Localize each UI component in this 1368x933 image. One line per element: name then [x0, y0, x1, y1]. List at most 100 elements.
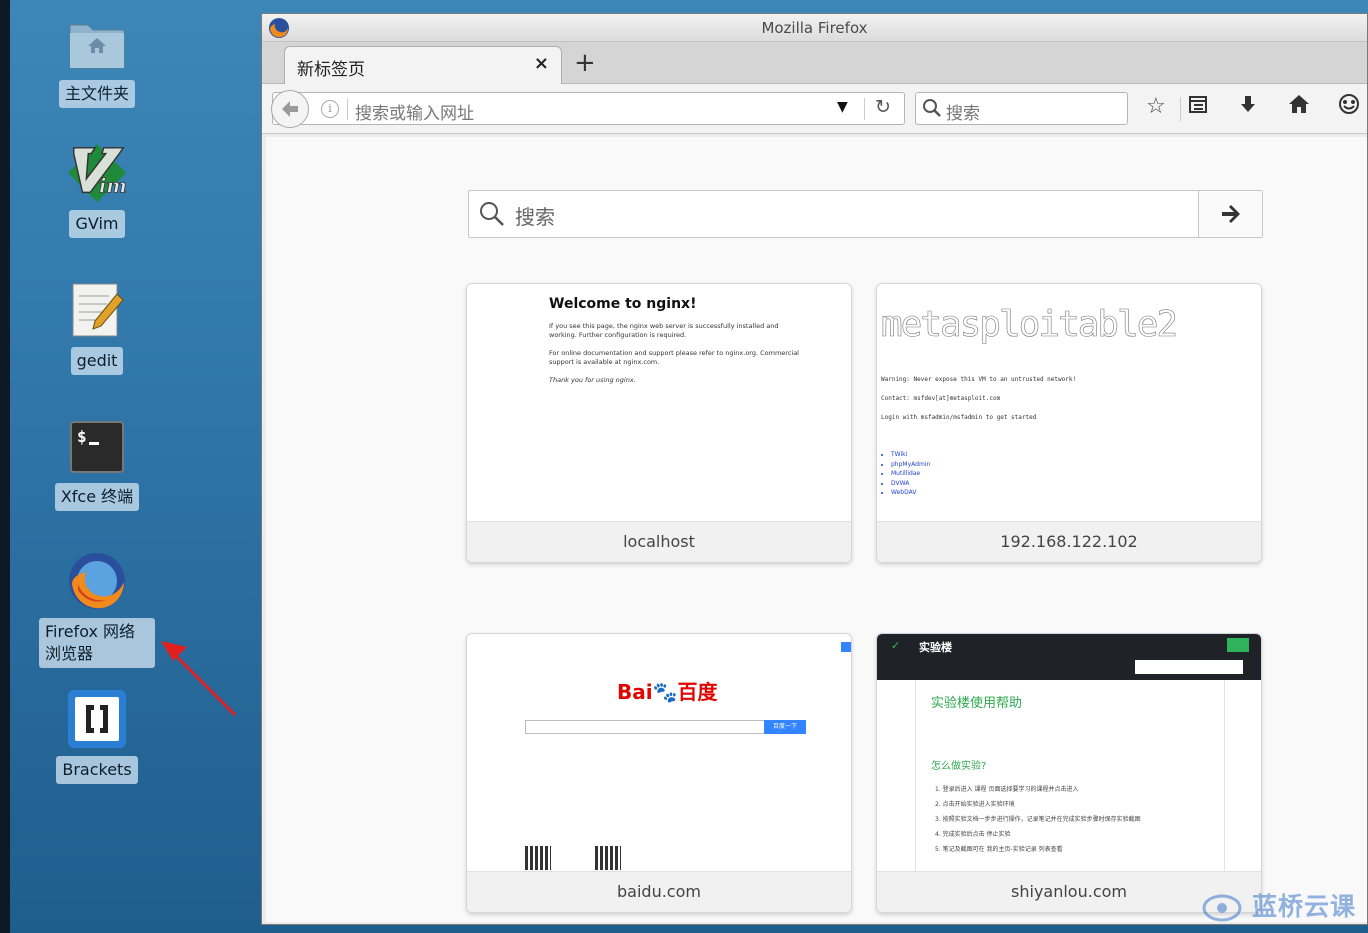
search-icon [479, 201, 505, 231]
download-icon[interactable] [1238, 94, 1258, 120]
qr-code-icon [525, 846, 551, 870]
url-separator-2 [864, 98, 865, 120]
paw-icon: 🐾 [652, 680, 678, 704]
gvim-icon: im [66, 142, 128, 204]
tile-thumbnail: Welcome to nginx! If you see this page, … [467, 284, 851, 521]
bookmark-star-icon[interactable]: ☆ [1146, 94, 1166, 119]
tile-thumbnail: metasploitable2 Warning: Never expose th… [877, 284, 1261, 521]
home-icon[interactable] [1288, 94, 1310, 120]
thumb-subheading: 怎么做实验? [931, 761, 987, 772]
desktop-icon-home-folder[interactable]: 主文件夹 [32, 12, 162, 108]
brackets-icon [66, 688, 128, 750]
thumb-step: 3. 按照实验文档一步步进行操作，记录笔记并在完成实验步骤时保存实验截图 [935, 816, 1141, 823]
thumb-logo-icon: ✓ [891, 639, 901, 652]
tab-new-tab[interactable]: 新标签页 × [284, 46, 562, 84]
thumb-text: Warning: Never expose this VM to an untr… [881, 376, 1077, 383]
gedit-icon [66, 279, 128, 341]
top-site-tile[interactable]: Bai🐾百度 百度一下 baidu.com [466, 633, 852, 913]
tile-thumbnail: ✓ 实验楼 实验楼使用帮助 怎么做实验? 1. 登录后进入 课程 页面选择要学习… [877, 634, 1261, 871]
url-dropdown-icon[interactable]: ▼ [837, 99, 848, 115]
tab-strip: 新标签页 × + [262, 42, 1367, 84]
url-input[interactable]: 搜索或输入网址 [355, 99, 474, 124]
thumb-step: 2. 点击开始实验进入实验环境 [935, 801, 1015, 808]
pocket-icon[interactable] [1338, 94, 1360, 120]
terminal-icon: $ [66, 415, 128, 477]
desktop-icon-gedit[interactable]: gedit [32, 279, 162, 375]
desktop-icon-terminal[interactable]: $ Xfce 终端 [32, 415, 162, 511]
firefox-icon [66, 550, 128, 612]
nav-toolbar: i 搜索或输入网址 ▼ ↻ 搜索 ☆ [262, 84, 1367, 134]
desktop-icon-label: Firefox 网络浏览器 [39, 618, 155, 668]
desktop-icon-label: GVim [69, 210, 125, 238]
top-site-tile[interactable]: ✓ 实验楼 实验楼使用帮助 怎么做实验? 1. 登录后进入 课程 页面选择要学习… [876, 633, 1262, 913]
window-title: Mozilla Firefox [761, 19, 868, 37]
search-go-button[interactable] [1198, 191, 1262, 237]
info-icon[interactable]: i [321, 100, 339, 118]
newtab-search[interactable]: 搜索 [468, 190, 1263, 238]
search-bar[interactable]: 搜索 [915, 92, 1128, 125]
tab-close-button[interactable]: × [534, 53, 549, 74]
logo-text: Bai [617, 680, 653, 704]
reload-icon[interactable]: ↻ [875, 96, 891, 118]
watermark-text: 蓝桥云课 [1251, 892, 1356, 921]
url-separator [347, 98, 348, 120]
watermark: 蓝桥云课 [1202, 887, 1356, 923]
logo-text: 百度 [677, 680, 718, 704]
thumb-link: DVWA [891, 479, 930, 489]
thumb-search-button: 百度一下 [764, 720, 806, 734]
thumb-link: TWiki [891, 450, 930, 460]
annotation-arrow [161, 641, 237, 717]
lanqiao-logo-icon [1202, 894, 1242, 922]
url-bar[interactable]: i 搜索或输入网址 ▼ ↻ [271, 90, 905, 128]
bookmarks-list-icon[interactable] [1188, 94, 1208, 120]
thumb-text: For online documentation and support ple… [549, 349, 799, 366]
search-icon [922, 98, 942, 122]
desktop-icon-firefox[interactable]: Firefox 网络浏览器 [32, 550, 162, 668]
search-input[interactable]: 搜索 [946, 99, 980, 124]
newtab-search-input[interactable]: 搜索 [515, 201, 555, 230]
toolbar-separator [1180, 97, 1181, 121]
thumb-text: Login with msfadmin/msfadmin to get star… [881, 414, 1037, 421]
thumb-step: 4. 完成实验后点击 停止实验 [935, 831, 1011, 838]
firefox-window: Mozilla Firefox 新标签页 × + i 搜索或输入网址 ▼ ↻ 搜… [261, 13, 1368, 925]
home-folder-icon [66, 12, 128, 74]
thumb-banner: metasploitable2 [881, 304, 1179, 346]
thumb-heading: 实验楼使用帮助 [931, 696, 1023, 711]
back-button[interactable] [271, 90, 309, 128]
desktop-icon-label: Xfce 终端 [54, 483, 140, 511]
thumb-text: If you see this page, the nginx web serv… [549, 322, 779, 339]
top-site-tile[interactable]: metasploitable2 Warning: Never expose th… [876, 283, 1262, 563]
thumb-login-button [1227, 638, 1249, 652]
arrow-right-icon [1221, 205, 1240, 223]
desktop-icon-label: gedit [70, 347, 124, 375]
thumb-link: Mutillidae [891, 469, 930, 479]
thumb-search-box [525, 720, 765, 734]
thumb-text: Thank you for using nginx. [549, 376, 636, 384]
tile-thumbnail: Bai🐾百度 百度一下 [467, 634, 851, 871]
baidu-logo: Bai🐾百度 [617, 676, 718, 705]
desktop-edge [0, 0, 10, 933]
thumb-link: phpMyAdmin [891, 460, 930, 470]
new-tab-page: 搜索 Welcome to nginx! If you see this pag… [266, 137, 1367, 922]
svg-text:$: $ [77, 427, 87, 446]
thumb-link-list: TWiki phpMyAdmin Mutillidae DVWA WebDAV [891, 450, 930, 498]
desktop-icon-label: Brackets [56, 756, 138, 784]
desktop-icon-label: 主文件夹 [58, 80, 135, 108]
thumb-step: 1. 登录后进入 课程 页面选择要学习的课程并点击进入 [935, 786, 1079, 793]
desktop-icon-brackets[interactable]: Brackets [32, 688, 162, 784]
thumb-title: Welcome to nginx! [549, 296, 697, 312]
tile-caption: localhost [467, 521, 851, 562]
back-arrow-icon [282, 101, 298, 117]
window-titlebar[interactable]: Mozilla Firefox [262, 14, 1367, 42]
tab-label: 新标签页 [297, 60, 365, 80]
tile-caption: baidu.com [467, 871, 851, 912]
thumb-brand: 实验楼 [919, 641, 952, 654]
thumb-search-box [1135, 660, 1243, 674]
thumb-link: WebDAV [891, 488, 930, 498]
thumb-corner-badge [841, 642, 851, 652]
thumb-step: 5. 笔记及截图可在 我的主页-实验记录 列表查看 [935, 846, 1063, 853]
new-tab-button[interactable]: + [574, 48, 596, 78]
desktop-icon-gvim[interactable]: im GVim [32, 142, 162, 238]
top-site-tile[interactable]: Welcome to nginx! If you see this page, … [466, 283, 852, 563]
svg-text:im: im [99, 174, 127, 197]
